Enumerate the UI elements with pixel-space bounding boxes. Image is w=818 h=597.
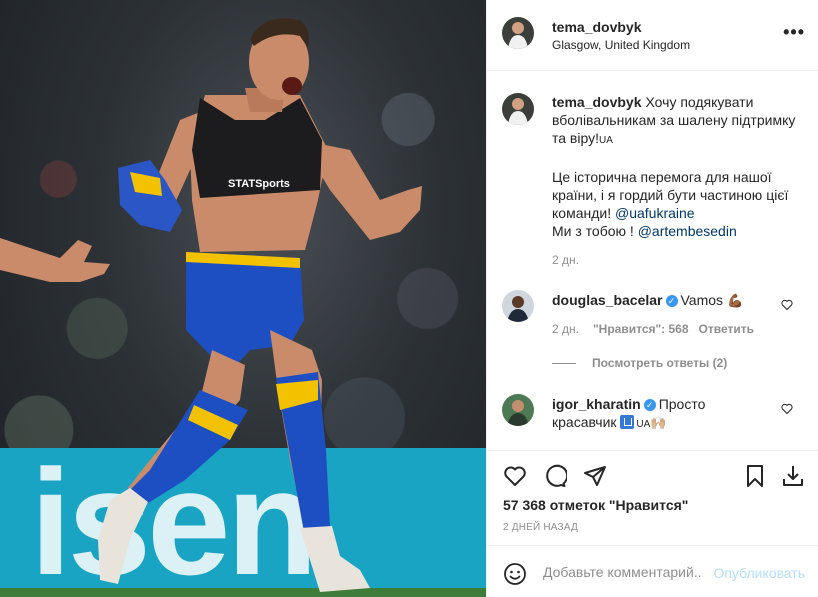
comment-1-like-icon[interactable]	[781, 299, 793, 311]
comment-2-username[interactable]: igor_kharatin	[552, 396, 641, 412]
comment-2-flag: UA	[636, 419, 651, 430]
caption-username[interactable]: tema_dovbyk	[552, 94, 641, 110]
author-username[interactable]: tema_dovbyk	[552, 19, 641, 35]
post-actions: 57 368 отметок "Нравится" 2 ДНЕЙ НАЗАД	[487, 450, 818, 545]
post-side-panel: tema_dovbyk Glasgow, United Kingdom ••• …	[486, 0, 818, 597]
share-icon[interactable]	[583, 464, 607, 488]
comment-1-likes[interactable]: "Нравится": 568	[593, 322, 689, 336]
post-comment-button[interactable]: Опубликовать	[713, 565, 805, 581]
comment-avatar-igor[interactable]	[502, 394, 534, 426]
add-comment-bar: Опубликовать	[487, 545, 818, 597]
post-photo[interactable]: isen STATSports	[0, 0, 486, 597]
svg-text:STATSports: STATSports	[228, 178, 290, 190]
comment-1-emoji: 💪🏾	[726, 293, 744, 308]
smile-icon[interactable]	[503, 562, 527, 586]
comment-2-emoji: 🙌🏼	[650, 415, 667, 430]
comment-2-like-icon[interactable]	[781, 403, 793, 415]
footballer-figure: STATSports	[0, 18, 422, 592]
flag-emoji-icon	[620, 415, 635, 429]
comment-1-meta: 2 дн. "Нравится": 568 Ответить	[552, 322, 754, 336]
comment-1: douglas_bacelar ✓ Vamos 💪🏾	[552, 291, 762, 310]
caption-flag: UA	[599, 135, 613, 146]
download-icon[interactable]	[781, 464, 805, 488]
bookmark-icon[interactable]	[743, 464, 767, 488]
add-comment-input[interactable]	[543, 560, 703, 584]
post-header: tema_dovbyk Glasgow, United Kingdom •••	[487, 0, 818, 71]
mention-artembesedin[interactable]: @artembesedin	[638, 223, 737, 239]
comment-2: igor_kharatin ✓ Просто красавчик UA🙌🏼	[552, 395, 752, 434]
author-avatar[interactable]	[502, 17, 534, 49]
comment-1-text: Vamos	[680, 292, 724, 308]
verified-badge-icon: ✓	[665, 295, 678, 307]
comments-list: tema_dovbyk Хочу подякувати вболівальника…	[487, 72, 818, 450]
mention-uafukraine[interactable]: @uafukraine	[615, 205, 695, 221]
comment-avatar-douglas[interactable]	[502, 290, 534, 322]
post-date[interactable]: 2 ДНЕЙ НАЗАД	[503, 522, 578, 533]
verified-badge-icon: ✓	[643, 399, 656, 411]
comment-1-username[interactable]: douglas_bacelar	[552, 292, 663, 308]
more-dots-icon[interactable]: •••	[783, 23, 805, 41]
post-caption: tema_dovbyk Хочу подякувати вболівальника…	[552, 93, 802, 240]
caption-time[interactable]: 2 дн.	[552, 253, 579, 267]
caption-avatar[interactable]	[502, 93, 534, 125]
heart-icon[interactable]	[503, 464, 527, 488]
caption-text-3: Ми з тобою !	[552, 223, 634, 239]
comment-1-time[interactable]: 2 дн.	[552, 322, 579, 336]
post-location[interactable]: Glasgow, United Kingdom	[552, 38, 690, 52]
view-replies-button[interactable]: Посмотреть ответы (2)	[552, 356, 727, 370]
comment-1-reply-button[interactable]: Ответить	[699, 322, 754, 336]
comment-icon[interactable]	[543, 464, 567, 488]
likes-count[interactable]: 57 368 отметок "Нравится"	[503, 497, 688, 513]
